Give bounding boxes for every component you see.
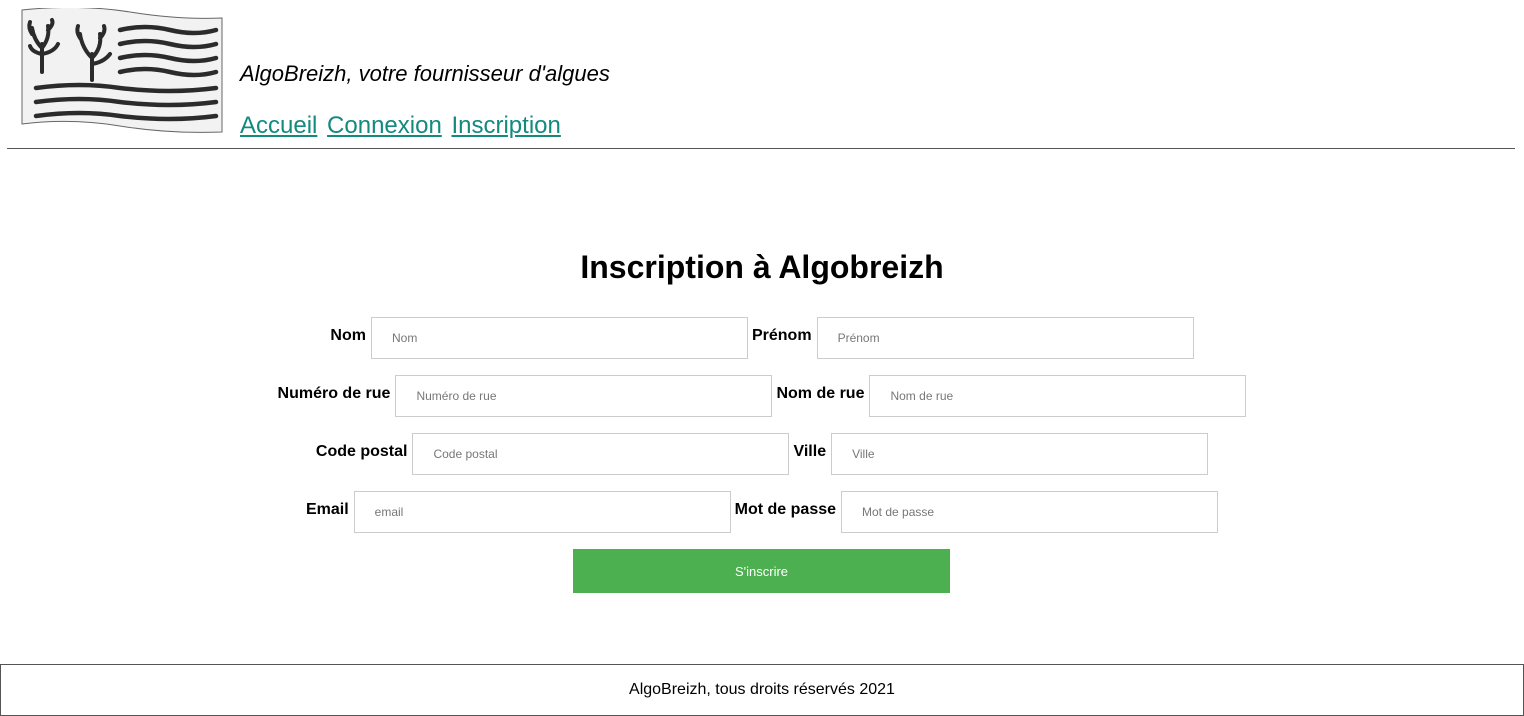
nom-rue-input[interactable] xyxy=(869,375,1247,417)
nom-rue-label: Nom de rue xyxy=(776,385,865,402)
code-postal-input[interactable] xyxy=(412,433,790,475)
footer-divider xyxy=(0,664,1524,665)
nav-link-accueil[interactable]: Accueil xyxy=(240,112,317,139)
form-row-credentials: Email Mot de passe xyxy=(0,491,1524,533)
code-postal-label: Code postal xyxy=(315,443,408,460)
site-tagline: AlgoBreizh, votre fournisseur d'algues xyxy=(240,61,610,86)
prenom-input[interactable] xyxy=(816,317,1194,359)
prenom-label: Prénom xyxy=(751,327,812,344)
nav-link-connexion[interactable]: Connexion xyxy=(327,112,442,139)
sinscrire-button[interactable]: S'inscrire xyxy=(573,549,950,593)
email-label: Email xyxy=(305,501,349,518)
form-row-name: Nom Prénom xyxy=(0,317,1524,359)
nom-label: Nom xyxy=(330,327,366,344)
algobreizh-logo xyxy=(20,6,224,136)
page-title: Inscription à Algobreizh xyxy=(580,249,944,285)
email-input[interactable] xyxy=(353,491,731,533)
seaweed-flag-icon xyxy=(21,6,223,133)
form-row-street: Numéro de rue Nom de rue xyxy=(0,375,1524,417)
numero-rue-label: Numéro de rue xyxy=(277,385,391,402)
nav-link-inscription[interactable]: Inscription xyxy=(451,112,560,139)
header-divider xyxy=(7,148,1515,149)
form-row-city: Code postal Ville xyxy=(0,433,1524,475)
footer-text: AlgoBreizh, tous droits réservés 2021 xyxy=(629,681,895,698)
nom-input[interactable] xyxy=(370,317,748,359)
numero-rue-input[interactable] xyxy=(395,375,773,417)
main-nav: Accueil Connexion Inscription xyxy=(240,112,564,140)
mot-de-passe-input[interactable] xyxy=(841,491,1219,533)
ville-label: Ville xyxy=(793,443,827,460)
mot-de-passe-label: Mot de passe xyxy=(734,501,837,518)
ville-input[interactable] xyxy=(831,433,1209,475)
